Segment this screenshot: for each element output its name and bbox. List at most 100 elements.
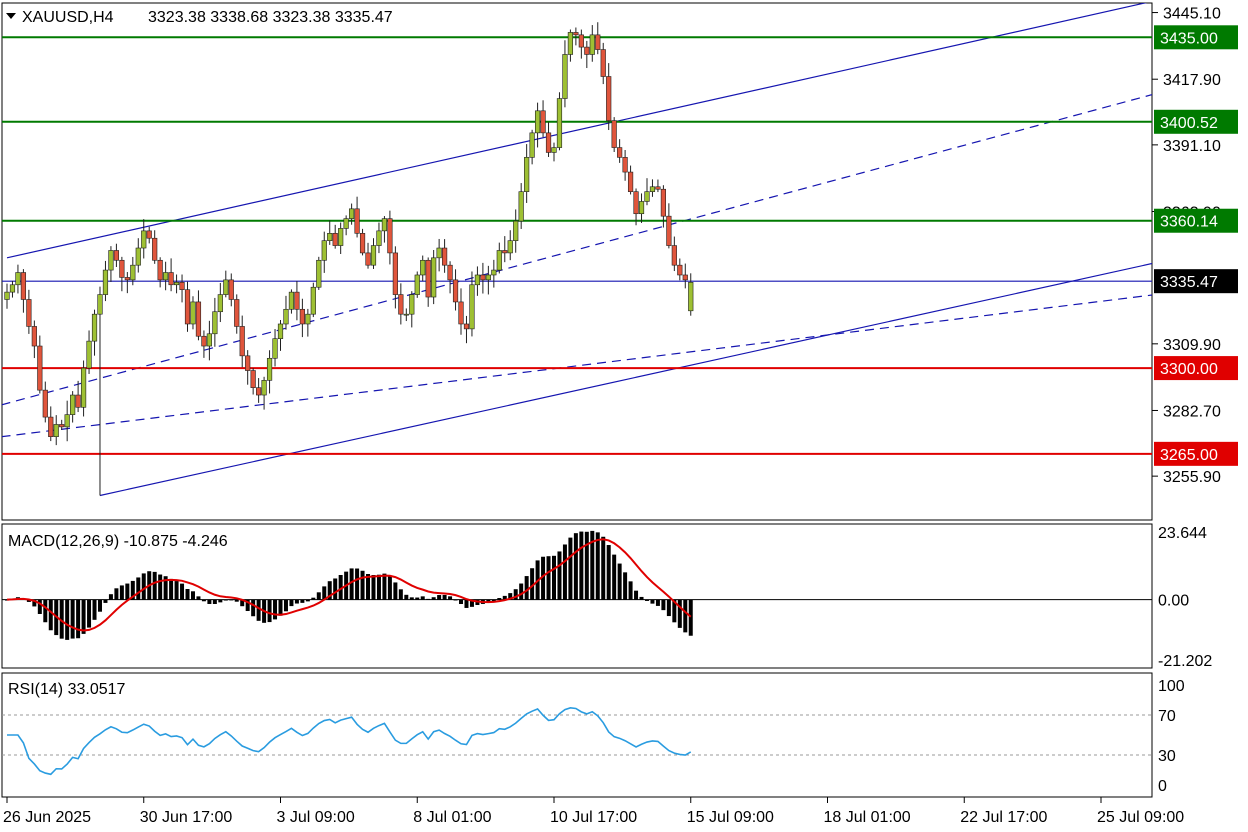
macd-title: MACD(12,26,9) -10.875 -4.246	[8, 533, 228, 550]
macd-bar	[688, 599, 693, 636]
macd-bar	[316, 592, 321, 600]
macd-bar	[398, 589, 403, 600]
macd-bar	[76, 599, 81, 639]
macd-bar	[557, 551, 562, 600]
time-label-5: 15 Jul 09:00	[687, 809, 774, 826]
rsi-tick-0: 100	[1158, 678, 1185, 695]
macd-bar	[180, 583, 185, 600]
rsi-panel[interactable]	[1, 672, 1153, 798]
macd-bar	[234, 599, 239, 602]
macd-bar	[43, 599, 48, 623]
macd-bar	[212, 599, 217, 604]
time-label-6: 18 Jul 01:00	[824, 809, 911, 826]
time-label-1: 30 Jun 17:00	[140, 809, 233, 826]
macd-bar	[65, 599, 70, 640]
macd-bar	[333, 578, 338, 600]
macd-bar	[623, 572, 628, 600]
macd-bar	[552, 555, 556, 600]
macd-bar	[273, 599, 278, 620]
rsi-tick-3: 0	[1158, 778, 1167, 795]
macd-bar	[404, 594, 409, 600]
macd-bar	[207, 599, 212, 604]
macd-bar	[294, 599, 299, 604]
candle	[310, 282, 316, 318]
macd-bar	[606, 545, 611, 600]
macd-bar	[464, 599, 469, 608]
candle	[556, 92, 563, 151]
macd-bar	[70, 599, 75, 639]
macd-bar	[573, 533, 578, 600]
symbol-label: XAUUSD,H4	[22, 9, 114, 26]
macd-bar	[114, 588, 119, 600]
macd-bar	[661, 599, 666, 611]
macd-bar	[568, 537, 573, 600]
macd-bar	[639, 596, 644, 600]
price-tick-6: 3255.90	[1163, 469, 1221, 486]
macd-bar	[387, 576, 392, 600]
macd-tick-0: 23.644	[1158, 525, 1207, 542]
macd-bar	[683, 599, 688, 633]
time-label-4: 10 Jul 17:00	[550, 809, 637, 826]
macd-bar	[519, 583, 524, 600]
macd-bar	[185, 589, 190, 600]
macd-bar	[125, 583, 130, 600]
macd-bar	[360, 570, 365, 600]
macd-bar	[87, 599, 92, 628]
macd-bar	[229, 599, 234, 601]
time-label-0: 26 Jun 2025	[3, 809, 91, 826]
price-tick-5: 3282.70	[1163, 403, 1221, 420]
time-label-7: 22 Jul 17:00	[960, 809, 1047, 826]
macd-bar	[311, 597, 316, 600]
rsi-tick-1: 70	[1158, 708, 1176, 725]
macd-bar	[289, 599, 294, 607]
macd-bar	[251, 599, 256, 617]
time-label-2: 3 Jul 09:00	[277, 809, 355, 826]
time-label-3: 8 Jul 01:00	[413, 809, 491, 826]
macd-bar	[267, 599, 272, 623]
macd-bar	[169, 578, 174, 600]
macd-bar	[650, 599, 655, 604]
macd-bar	[382, 573, 387, 600]
level-tag-text-1: 3400.52	[1160, 115, 1218, 132]
macd-bar	[136, 577, 141, 600]
macd-bar	[174, 581, 179, 600]
macd-bar	[190, 591, 195, 600]
price-tick-1: 3417.90	[1163, 72, 1221, 89]
macd-bar	[196, 596, 201, 600]
macd-bar	[655, 599, 660, 606]
macd-bar	[595, 532, 600, 600]
level-tag-text-0: 3435.00	[1160, 30, 1218, 47]
rsi-title: RSI(14) 33.0517	[8, 681, 126, 698]
macd-bar	[584, 531, 589, 600]
macd-bar	[524, 576, 529, 600]
level-tag-text-3: 3335.47	[1160, 274, 1218, 291]
candle	[414, 271, 420, 298]
macd-bar	[218, 599, 223, 603]
macd-bar	[420, 596, 425, 600]
macd-bar	[442, 594, 447, 600]
macd-bar	[355, 568, 360, 600]
macd-bar	[431, 597, 436, 600]
price-axis: 3445.103417.903391.103363.903309.903282.…	[1152, 6, 1221, 486]
macd-bar	[617, 563, 622, 600]
macd-bar	[409, 597, 414, 600]
macd-tick-2: -21.202	[1158, 653, 1212, 670]
macd-bar	[152, 571, 157, 600]
macd-bar	[612, 554, 617, 600]
level-tag-text-5: 3265.00	[1160, 447, 1218, 464]
macd-bar	[300, 599, 305, 603]
macd-bar	[371, 575, 376, 600]
macd-bar	[376, 574, 381, 600]
macd-bar	[81, 599, 86, 634]
macd-bar	[393, 582, 398, 600]
macd-bar	[201, 599, 206, 602]
main-panel[interactable]	[1, 2, 1153, 521]
macd-bar	[448, 596, 453, 600]
candle	[431, 249, 437, 305]
macd-bar	[108, 594, 113, 600]
time-axis: 26 Jun 2025 30 Jun 17:00 3 Jul 09:00 8 Jul …	[3, 797, 1184, 826]
macd-bar	[92, 599, 97, 620]
macd-bar	[256, 599, 261, 621]
level-tag-text-4: 3300.00	[1160, 361, 1218, 378]
level-tags: 3435.00 3400.52 3360.14 3335.47 3300.00 3265.…	[1154, 25, 1238, 466]
